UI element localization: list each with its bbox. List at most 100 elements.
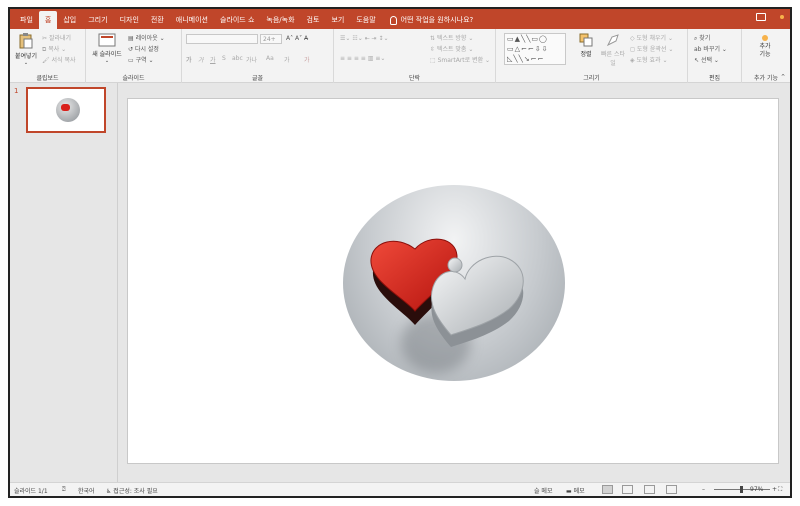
spellcheck-icon[interactable]: ⍰ xyxy=(62,486,66,494)
tab-review[interactable]: 검토 xyxy=(301,11,326,29)
tab-help[interactable]: 도움말 xyxy=(350,11,381,29)
shape-outline-button[interactable]: ◻ 도형 윤곽선 ⌄ xyxy=(630,44,673,53)
quick-styles-icon xyxy=(606,34,619,47)
arrange-label: 정렬 xyxy=(580,51,592,58)
slide-thumbnail[interactable] xyxy=(26,87,106,133)
clipboard-group: 붙여넣기 ⌄ ✂ 잘라내기 ⧉ 복사 ⌄ 🖌 서식 복사 클립보드 xyxy=(10,29,86,83)
quick-styles-label: 빠른 스타일 xyxy=(601,51,625,67)
section-button[interactable]: ▭ 구역 ⌄ xyxy=(128,55,154,64)
tab-design[interactable]: 디자인 xyxy=(114,11,145,29)
clipboard-group-label: 클립보드 xyxy=(36,75,59,82)
arrange-button[interactable]: 정렬 xyxy=(574,33,598,58)
tab-file[interactable]: 파일 xyxy=(14,11,39,29)
fit-slide-icon[interactable]: ⛶ xyxy=(778,486,782,494)
thumbnail-image xyxy=(56,98,80,122)
smartart-button[interactable]: ⬚ SmartArt로 변환 ⌄ xyxy=(430,55,490,64)
align-text-label: 텍스트 맞춤 xyxy=(436,46,467,53)
layout-button[interactable]: ▤ 레이아웃 ⌄ xyxy=(128,33,165,42)
comment-icon[interactable] xyxy=(756,13,766,21)
shadow-button[interactable]: abc xyxy=(232,55,243,62)
text-direction-label: 텍스트 방향 xyxy=(436,35,467,42)
tab-slideshow[interactable]: 슬라이드 쇼 xyxy=(214,11,260,29)
underline-button[interactable]: 가 xyxy=(210,55,216,64)
tell-me-text: 어떤 작업을 원하시나요? xyxy=(400,16,474,24)
slide-sorter-button[interactable] xyxy=(622,485,633,494)
find-button[interactable]: ⌕ 찾기 xyxy=(694,33,710,43)
slide-count: 슬라이드 1/1 xyxy=(14,488,48,495)
new-slide-label: 새 슬라이드 xyxy=(92,51,122,58)
font-size-buttons[interactable]: A˄ A˅ A̶ xyxy=(286,35,308,42)
replace-button[interactable]: ab 바꾸기 ⌄ xyxy=(694,44,727,53)
slide-editor[interactable] xyxy=(119,83,790,486)
select-button[interactable]: ↖ 선택 ⌄ xyxy=(694,55,719,64)
slideshow-view-button[interactable] xyxy=(666,485,677,494)
char-spacing-button[interactable]: 가나 xyxy=(246,55,257,64)
format-painter-label: 서식 복사 xyxy=(51,57,76,64)
paste-label: 붙여넣기 xyxy=(14,53,38,60)
font-name-box[interactable] xyxy=(186,34,258,44)
copy-button[interactable]: ⧉ 복사 ⌄ xyxy=(42,44,66,54)
tab-animations[interactable]: 애니메이션 xyxy=(170,11,214,29)
font-color-button[interactable]: 가 xyxy=(304,55,310,64)
tab-view[interactable]: 보기 xyxy=(325,11,350,29)
reset-button[interactable]: ↺ 다시 설정 xyxy=(128,44,159,53)
heart-image[interactable] xyxy=(343,185,565,381)
zoom-out-button[interactable]: – xyxy=(702,486,705,493)
reading-view-button[interactable] xyxy=(644,485,655,494)
slide-thumbnail-pane[interactable]: 1 xyxy=(10,83,118,486)
cut-button[interactable]: ✂ 잘라내기 xyxy=(42,33,71,42)
tab-record[interactable]: 녹음/녹화 xyxy=(260,11,300,29)
editing-group: ⌕ 찾기 ab 바꾸기 ⌄ ↖ 선택 ⌄ 편집 xyxy=(688,29,742,83)
format-painter-button[interactable]: 🖌 서식 복사 xyxy=(42,55,76,64)
text-direction-button[interactable]: ⇅ 텍스트 방향 ⌄ xyxy=(430,33,473,42)
select-label: 선택 xyxy=(700,57,712,64)
align-buttons[interactable]: ≡ ≡ ≡ ≡ ▥ ≡⌄ xyxy=(340,55,385,62)
reset-label: 다시 설정 xyxy=(134,46,159,53)
tell-me-search[interactable]: 어떤 작업을 원하시나요? xyxy=(382,11,474,29)
highlight-button[interactable]: 가 xyxy=(284,55,290,64)
paste-icon xyxy=(19,33,33,49)
collapse-ribbon-icon[interactable]: ⌃ xyxy=(780,73,786,81)
cut-label: 잘라내기 xyxy=(48,35,72,42)
list-buttons[interactable]: ☰⌄ ☷⌄ ⇤ ⇥ ↕⌄ xyxy=(340,35,389,42)
shape-fill-button[interactable]: ◇ 도형 채우기 ⌄ xyxy=(630,33,673,42)
lightbulb-icon xyxy=(389,15,397,25)
slides-group-label: 슬라이드 xyxy=(122,75,145,82)
slide[interactable] xyxy=(127,98,779,464)
addins-button[interactable]: 추가 기능 xyxy=(750,33,780,59)
notification-icon[interactable] xyxy=(780,15,784,19)
bold-button[interactable]: 가 xyxy=(186,55,192,64)
paste-button[interactable]: 붙여넣기 ⌄ xyxy=(12,33,40,66)
zoom-in-button[interactable]: + xyxy=(772,486,777,493)
notes-button[interactable]: 슬 메모 xyxy=(534,486,552,495)
font-size-box[interactable]: 24+ xyxy=(260,34,282,44)
shapes-gallery[interactable]: ▭▲╲╲▭◯ ▭△⌐⌐⇩⇩ ◺╲╲↘⌐⌐ xyxy=(504,33,566,65)
status-bar: 슬라이드 1/1 ⍰ 한국어 ♿ 접근성: 조사 필요 슬 메모 ▬ 메모 – … xyxy=(10,482,790,496)
align-text-button[interactable]: ⇳ 텍스트 맞춤 ⌄ xyxy=(430,44,473,53)
drawing-group: ▭▲╲╲▭◯ ▭△⌐⌐⇩⇩ ◺╲╲↘⌐⌐ 정렬 빠른 스타일 ◇ 도형 채우기 ⌄ … xyxy=(496,29,688,83)
tab-transitions[interactable]: 전환 xyxy=(145,11,170,29)
tab-home[interactable]: 홈 xyxy=(38,11,58,29)
addins-button-label: 추가 기능 xyxy=(759,43,771,58)
normal-view-button[interactable] xyxy=(602,485,613,494)
slide-number: 1 xyxy=(14,87,19,95)
zoom-level[interactable]: 97% xyxy=(750,486,763,493)
paragraph-group: ☰⌄ ☷⌄ ⇤ ⇥ ↕⌄ ≡ ≡ ≡ ≡ ▥ ≡⌄ ⇅ 텍스트 방향 ⌄ ⇳ 텍… xyxy=(334,29,496,83)
italic-button[interactable]: 가 xyxy=(198,55,204,64)
quick-styles-button[interactable]: 빠른 스타일 xyxy=(600,33,626,67)
tab-insert[interactable]: 삽입 xyxy=(57,11,82,29)
change-case-button[interactable]: Aa xyxy=(266,55,274,62)
shape-effects-button[interactable]: ◈ 도형 효과 ⌄ xyxy=(630,55,667,64)
tab-draw[interactable]: 그리기 xyxy=(82,11,113,29)
drawing-group-label: 그리기 xyxy=(583,75,600,82)
new-slide-button[interactable]: 새 슬라이드 ⌄ xyxy=(90,33,124,64)
shape-fill-label: 도형 채우기 xyxy=(636,35,667,42)
font-group-label: 글꼴 xyxy=(251,75,264,82)
new-slide-icon xyxy=(98,33,116,47)
powerpoint-window: 파일 홈 삽입 그리기 디자인 전환 애니메이션 슬라이드 쇼 녹음/녹화 검토… xyxy=(8,7,792,498)
comments-button[interactable]: ▬ 메모 xyxy=(566,486,585,495)
accessibility-status[interactable]: ♿ 접근성: 조사 필요 xyxy=(106,486,158,495)
zoom-slider-handle[interactable] xyxy=(740,486,743,493)
strikethrough-button[interactable]: S xyxy=(222,55,226,62)
language[interactable]: 한국어 xyxy=(78,486,95,495)
